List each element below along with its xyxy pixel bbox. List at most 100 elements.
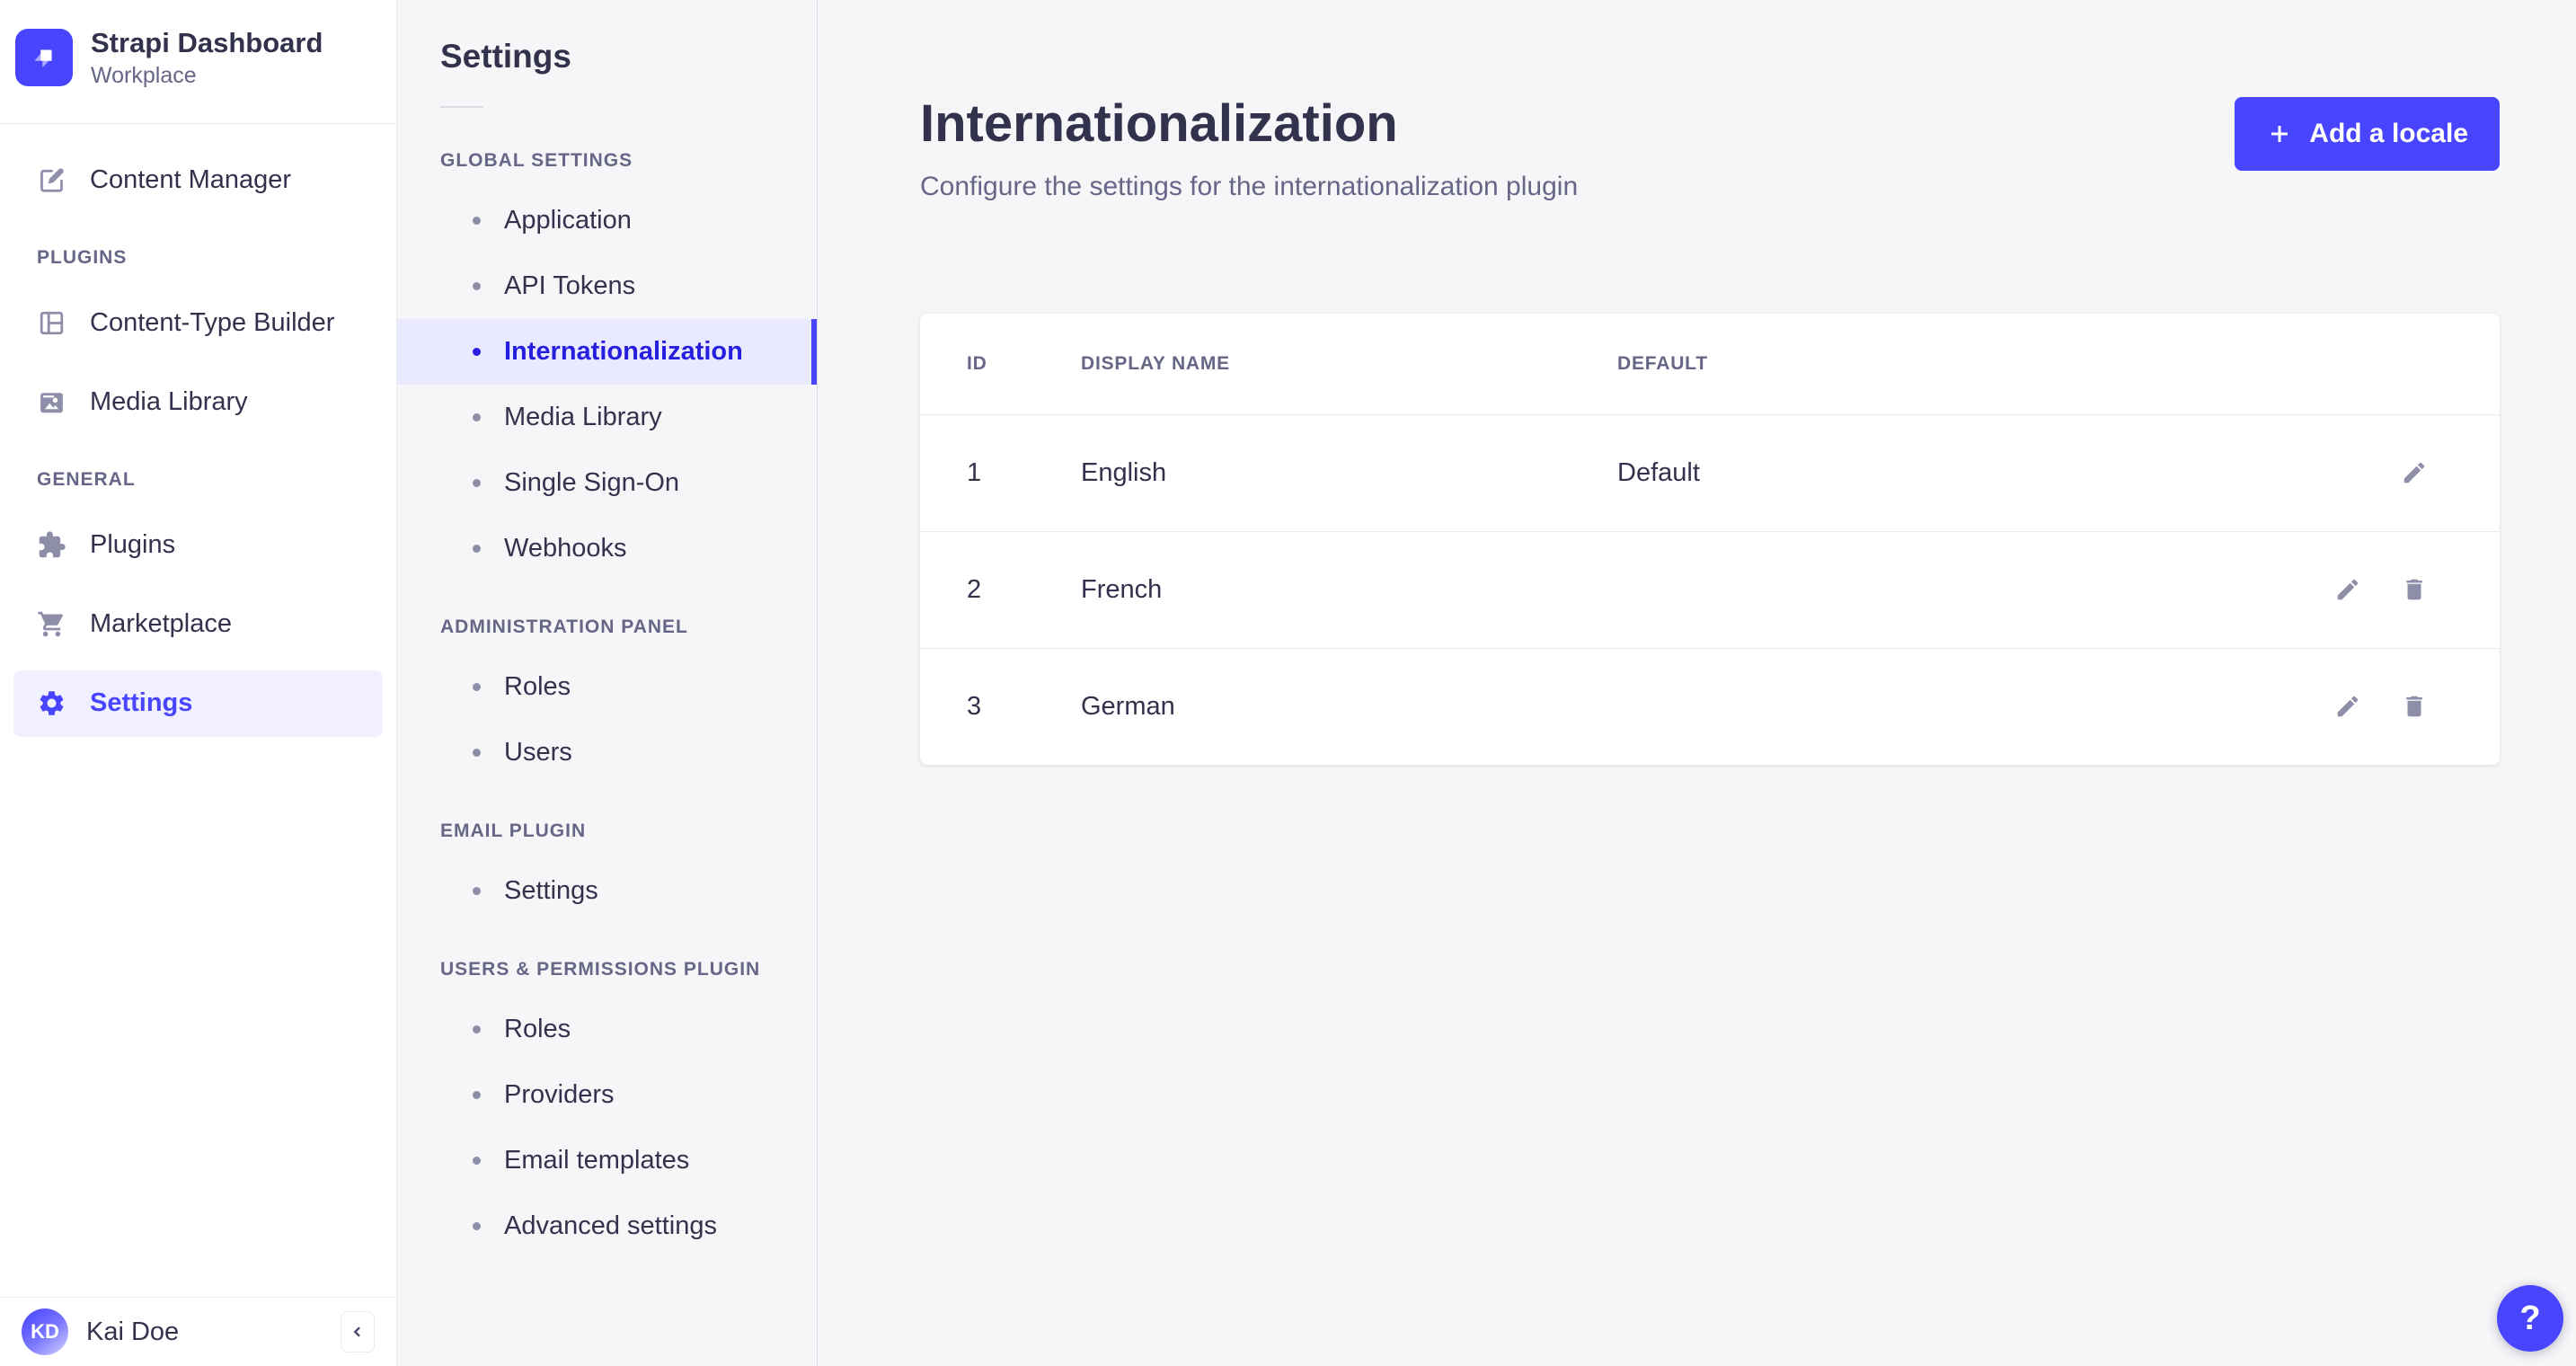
strapi-logo[interactable] [15,29,73,87]
subnav-item-label: Email templates [504,1146,690,1175]
bullet-icon [473,1157,481,1165]
cell-display-name: German [1081,647,1617,765]
cell-default: Default [1617,413,2212,531]
nav-item-label: Content-Type Builder [90,308,335,338]
table-row: 2 French [920,530,2500,648]
nav-item-label: Marketplace [90,609,232,639]
bullet-icon [473,479,481,487]
page-subtitle: Configure the settings for the internati… [920,172,1579,201]
nav-item-settings[interactable]: Settings [13,670,383,737]
table-row: 1 English Default [920,413,2500,531]
column-header-default: DEFAULT [1617,352,1708,374]
subnav-item-label: Webhooks [504,534,627,563]
subnav-item-email-templates[interactable]: Email templates [397,1128,817,1193]
delete-locale-button[interactable] [2401,693,2428,720]
subnav-item-label: Internationalization [504,337,743,366]
nav-item-marketplace[interactable]: Marketplace [13,591,383,658]
cell-display-name: English [1081,413,1617,531]
settings-gear-icon [40,691,64,715]
subnav-item-api-tokens[interactable]: API Tokens [397,253,817,319]
cell-id: 2 [920,530,1081,648]
delete-icon [2406,696,2422,717]
main-sidebar: Strapi Dashboard Workplace Content Manag… [0,0,397,1366]
workspace-title: Strapi Dashboard [91,27,323,58]
subnav-item-label: API Tokens [504,271,636,300]
user-menu[interactable]: KD Kai Doe [22,1308,179,1355]
nav-item-label: Media Library [90,387,248,417]
subnav-section-administration-panel: ADMINISTRATION PANEL [440,616,688,637]
page-title: Internationalization [920,94,1398,153]
column-header-display-name: DISPLAY NAME [1081,352,1230,374]
bullet-icon [473,749,481,757]
add-locale-button[interactable]: Add a locale [2235,97,2500,171]
nav-item-content-type-builder[interactable]: Content-Type Builder [13,290,383,357]
subnav-item-users[interactable]: Users [397,720,817,785]
workspace-subtitle: Workplace [91,63,197,89]
main-nav: Content Manager PLUGINS Content-Type Bui… [0,124,396,737]
edit-locale-button[interactable] [2334,693,2361,720]
edit-locale-button[interactable] [2401,459,2428,486]
media-library-icon [40,393,63,413]
subnav-item-up-roles[interactable]: Roles [397,997,817,1062]
edit-icon [2403,462,2425,483]
sidebar-footer: KD Kai Doe [0,1297,396,1366]
help-button[interactable]: ? [2497,1285,2563,1352]
nav-section-plugins: PLUGINS [37,246,128,268]
bullet-icon [473,683,481,691]
plugins-icon [39,531,66,558]
subnav-item-internationalization[interactable]: Internationalization [397,319,817,385]
nav-item-label: Plugins [90,530,176,560]
subnav-item-application[interactable]: Application [397,188,817,253]
subnav-item-label: Providers [504,1080,615,1109]
avatar[interactable]: KD [22,1308,68,1355]
workspace-header: Strapi Dashboard Workplace [0,0,396,124]
edit-locale-button[interactable] [2334,576,2361,603]
plus-icon [2271,126,2288,142]
cell-display-name: French [1081,530,1617,648]
subnav-item-label: Roles [504,672,571,701]
subnav-item-providers[interactable]: Providers [397,1062,817,1128]
subnav-section-global-settings: GLOBAL SETTINGS [440,150,633,171]
bullet-icon [473,348,481,356]
main-content: Internationalization Configure the setti… [818,0,2576,1366]
cell-default [1617,530,2212,648]
subnav-item-roles[interactable]: Roles [397,654,817,720]
add-locale-button-label: Add a locale [2309,119,2468,148]
bullet-icon [473,413,481,421]
collapse-sidebar-button[interactable] [341,1311,375,1353]
subnav-item-email-settings[interactable]: Settings [397,858,817,924]
subnav-item-label: Settings [504,876,598,905]
table-header-row: ID DISPLAY NAME DEFAULT [920,314,2500,414]
cell-id: 1 [920,413,1081,531]
edit-icon [2337,579,2359,600]
nav-item-media-library[interactable]: Media Library [13,369,383,436]
bullet-icon [473,1091,481,1099]
nav-item-plugins[interactable]: Plugins [13,512,383,579]
bullet-icon [473,887,481,895]
page-header: Internationalization Configure the setti… [920,0,2500,202]
user-name: Kai Doe [86,1317,180,1346]
subnav-section-email-plugin: EMAIL PLUGIN [440,820,587,841]
subnav-item-media-library[interactable]: Media Library [397,385,817,450]
settings-sidebar: Settings GLOBAL SETTINGS Application API… [397,0,818,1366]
locales-table-card: ID DISPLAY NAME DEFAULT 1 English Defaul… [920,314,2500,765]
subnav-item-label: Application [504,206,632,235]
nav-item-label: Settings [90,688,193,718]
cell-id: 3 [920,647,1081,765]
marketplace-icon [38,612,63,637]
subnav-item-label: Media Library [504,403,662,431]
bullet-icon [473,1222,481,1230]
divider [440,106,483,108]
subnav-item-webhooks[interactable]: Webhooks [397,516,817,581]
nav-section-general: GENERAL [37,468,136,490]
bullet-icon [473,545,481,553]
edit-icon [2337,696,2359,717]
subnav-item-advanced-settings[interactable]: Advanced settings [397,1193,817,1259]
subnav-item-single-sign-on[interactable]: Single Sign-On [397,450,817,516]
nav-item-content-manager[interactable]: Content Manager [13,147,383,214]
cell-default [1617,647,2212,765]
table-row: 3 German [920,647,2500,765]
content-manager-icon [40,168,64,192]
delete-locale-button[interactable] [2401,576,2428,603]
subnav-item-label: Users [504,738,572,767]
